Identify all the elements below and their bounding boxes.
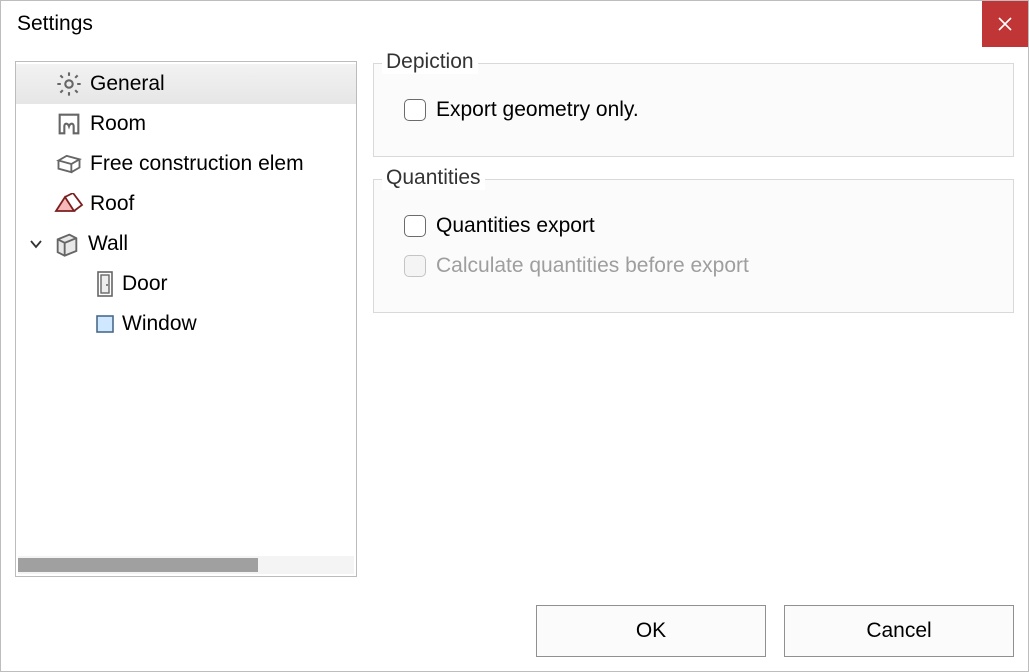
group-depiction: Depiction Export geometry only. [373,63,1014,157]
tree-label: Roof [90,192,134,216]
checkbox-label: Export geometry only. [436,98,639,122]
tree-item-free-construction[interactable]: Free construction elem [16,144,356,184]
category-tree: General Room Free construction elem [15,61,357,577]
tree-viewport: General Room Free construction elem [16,62,356,556]
ok-button[interactable]: OK [536,605,766,657]
wall-icon [52,229,82,259]
button-label: OK [636,619,666,643]
tree-item-room[interactable]: Room [16,104,356,144]
titlebar: Settings [1,1,1028,47]
roof-icon [54,189,84,219]
button-label: Cancel [866,619,931,643]
window-title: Settings [17,12,93,36]
tree-label: Window [122,312,197,336]
group-title: Quantities [382,166,485,190]
checkbox-row-quantities-export[interactable]: Quantities export [404,214,991,238]
settings-content: Depiction Export geometry only. Quantiti… [373,61,1014,577]
door-icon [94,270,116,298]
close-icon [998,17,1012,31]
checkbox-row-calc-before-export: Calculate quantities before export [404,254,991,278]
gear-icon [54,69,84,99]
tree-label: Room [90,112,146,136]
box-3d-icon [54,149,84,179]
tree-item-wall[interactable]: Wall [16,224,356,264]
checkbox-calc-before-export [404,255,426,277]
scrollbar-thumb[interactable] [18,558,258,572]
window-icon [94,313,116,335]
checkbox-export-geometry[interactable] [404,99,426,121]
tree-label: Free construction elem [90,152,304,176]
group-quantities: Quantities Quantities export Calculate q… [373,179,1014,313]
dialog-footer: OK Cancel [536,605,1014,657]
tree-item-window[interactable]: Window [16,304,356,344]
tree-label: Wall [88,232,128,256]
checkbox-label: Calculate quantities before export [436,254,749,278]
checkbox-label: Quantities export [436,214,595,238]
close-button[interactable] [982,1,1028,47]
tree-item-roof[interactable]: Roof [16,184,356,224]
checkbox-quantities-export[interactable] [404,215,426,237]
tree-label: General [90,72,165,96]
checkbox-row-export-geometry[interactable]: Export geometry only. [404,98,991,122]
tree-label: Door [122,272,168,296]
room-icon [54,109,84,139]
cancel-button[interactable]: Cancel [784,605,1014,657]
settings-dialog: Settings General Room [0,0,1029,672]
tree-item-door[interactable]: Door [16,264,356,304]
tree-item-general[interactable]: General [16,64,356,104]
tree-horizontal-scrollbar[interactable] [18,556,354,574]
group-title: Depiction [382,50,478,74]
chevron-down-icon[interactable] [26,234,46,254]
